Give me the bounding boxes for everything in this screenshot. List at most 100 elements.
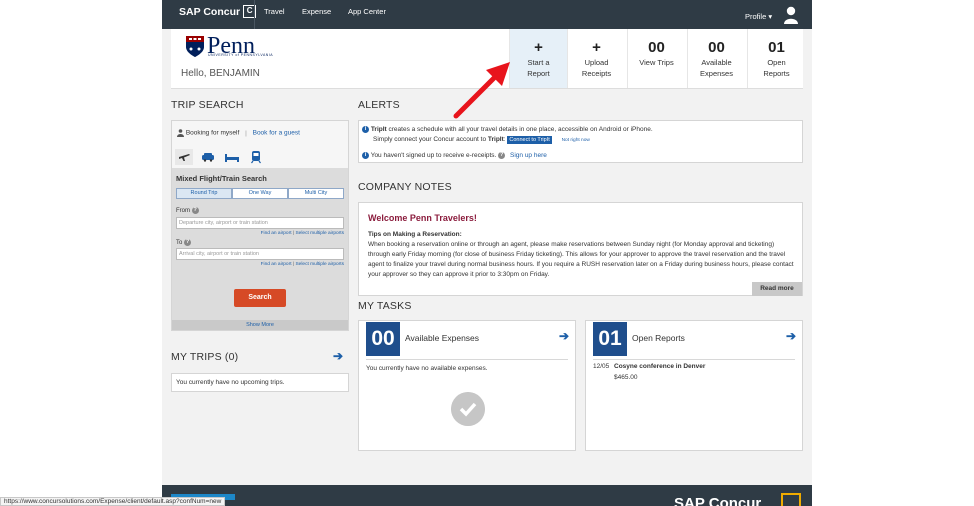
red-arrow-icon: [453, 62, 510, 119]
upload-receipts-tile[interactable]: + Upload Receipts: [567, 29, 625, 88]
booking-row: Booking for myself | Book for a guest: [177, 129, 300, 137]
tile-value: 00: [648, 39, 665, 56]
no-expenses-message: You currently have no available expenses…: [366, 365, 488, 372]
select-multiple-airports-link[interactable]: Select multiple airports: [295, 231, 344, 236]
car-icon[interactable]: [199, 149, 217, 165]
tile-label: Reports: [763, 69, 790, 78]
brand-text: SAP Concur: [179, 5, 241, 18]
open-reports-card[interactable]: 01 Open Reports ➔ 12/05 Cosyne conferenc…: [585, 320, 803, 451]
tripit-name: TripIt: [370, 126, 387, 133]
footer-concur-icon: [781, 493, 801, 506]
profile-menu[interactable]: Profile ▾: [745, 12, 772, 21]
nav-expense[interactable]: Expense: [302, 7, 331, 16]
train-icon[interactable]: [247, 149, 265, 165]
flight-train-icon[interactable]: [175, 149, 193, 165]
trip-search-panel: Booking for myself | Book for a guest Mi…: [171, 120, 349, 331]
round-trip-option[interactable]: Round Trip: [176, 188, 232, 199]
checkmark-icon: [451, 392, 485, 426]
sap-concur-logo[interactable]: SAP Concur C: [179, 5, 257, 18]
from-label-text: From: [176, 208, 190, 215]
select-multiple-airports-link[interactable]: Select multiple airports: [295, 262, 344, 267]
trip-type-selector: Round Trip One Way Multi City: [176, 188, 344, 199]
reports-count: 01: [593, 322, 627, 356]
view-trips-tile[interactable]: 00 View Trips: [627, 29, 685, 88]
page: SAP Concur C Travel Expense App Center P…: [0, 0, 974, 506]
booking-for-myself: Booking for myself: [185, 129, 240, 137]
one-way-option[interactable]: One Way: [232, 188, 288, 199]
hotel-icon[interactable]: [223, 149, 241, 165]
my-trips-arrow-icon[interactable]: ➔: [333, 349, 343, 363]
departure-input[interactable]: Departure city, airport or train station: [176, 217, 344, 229]
tile-label: Upload: [584, 58, 609, 67]
trip-search-title: TRIP SEARCH: [171, 99, 244, 111]
book-for-guest-link[interactable]: Book for a guest: [253, 130, 300, 137]
from-label: From ?: [176, 207, 199, 214]
tile-label: Start a: [527, 58, 550, 67]
ereceipts-text: You haven't signed up to receive e-recei…: [370, 152, 497, 160]
search-button[interactable]: Search: [234, 289, 286, 307]
company-notes-title: COMPANY NOTES: [358, 181, 452, 193]
expenses-card-title: Available Expenses: [405, 333, 480, 343]
notes-body: When booking a reservation online or thr…: [368, 241, 794, 278]
ereceipts-alert: i You haven't signed up to receive e-rec…: [362, 152, 547, 159]
notes-heading: Welcome Penn Travelers!: [368, 213, 477, 223]
top-nav: SAP Concur C Travel Expense App Center P…: [162, 0, 812, 29]
report-date: 12/05: [593, 363, 610, 370]
booking-separator: |: [245, 129, 247, 137]
tile-label: View Trips: [639, 58, 674, 67]
greeting: Hello, BENJAMIN: [181, 68, 260, 79]
nav-divider: [254, 0, 255, 29]
report-amount: $465.00: [614, 374, 638, 381]
info-icon: i: [362, 152, 369, 159]
find-airport-link[interactable]: Find an airport: [261, 231, 292, 236]
help-icon[interactable]: ?: [184, 239, 192, 246]
sign-up-link[interactable]: Sign up here: [510, 152, 547, 159]
help-icon[interactable]: ?: [498, 152, 506, 159]
flight-search-form: Mixed Flight/Train Search Round Trip One…: [172, 168, 348, 321]
tripit-text: creates a schedule with all your travel …: [386, 126, 653, 133]
tile-label: Receipts: [581, 69, 612, 78]
alerts-panel: i TripIt creates a schedule with all you…: [358, 120, 803, 163]
nav-travel[interactable]: Travel: [264, 7, 285, 16]
tile-value: +: [534, 39, 543, 56]
multi-city-option[interactable]: Multi City: [288, 188, 344, 199]
start-report-tile[interactable]: + Start a Report: [509, 29, 567, 88]
tile-label: Report: [527, 69, 550, 78]
open-reports-tile[interactable]: 01 Open Reports: [747, 29, 805, 88]
footer: SAP Concur: [162, 485, 812, 506]
status-bar-url: https://www.concursolutions.com/Expense/…: [0, 497, 226, 506]
company-notes-panel: Welcome Penn Travelers! Tips on Making a…: [358, 202, 803, 296]
tripit-name-2: TripIt: [487, 136, 504, 143]
arrival-input[interactable]: Arrival city, airport or train station: [176, 248, 344, 260]
available-expenses-card[interactable]: 00 Available Expenses ➔ You currently ha…: [358, 320, 576, 451]
tripit-line2: Simply connect your Concur account to: [373, 136, 488, 143]
divider: [366, 359, 568, 360]
show-more-link[interactable]: Show More: [172, 320, 348, 330]
expenses-arrow-icon[interactable]: ➔: [559, 329, 569, 343]
notes-subheading: Tips on Making a Reservation:: [368, 231, 462, 238]
travel-mode-tabs: [172, 146, 348, 168]
available-expenses-tile[interactable]: 00 Available Expenses: [687, 29, 745, 88]
my-trips-title: MY TRIPS (0): [171, 351, 239, 363]
find-airport-link[interactable]: Find an airport: [261, 262, 292, 267]
tile-value: 00: [708, 39, 725, 56]
penn-subtitle: UNIVERSITY of PENNSYLVANIA: [208, 53, 274, 57]
help-icon[interactable]: ?: [191, 207, 199, 214]
alerts-title: ALERTS: [358, 99, 400, 111]
nav-app-center[interactable]: App Center: [348, 7, 386, 16]
search-form-title: Mixed Flight/Train Search: [176, 174, 267, 183]
report-name-link[interactable]: Cosyne conference in Denver: [614, 363, 705, 370]
to-links: Find an airport | Select multiple airpor…: [260, 262, 344, 267]
reports-arrow-icon[interactable]: ➔: [786, 329, 796, 343]
expenses-count: 00: [366, 322, 400, 356]
reports-card-title: Open Reports: [632, 333, 685, 343]
footer-brand: SAP Concur: [674, 495, 762, 506]
not-now-link[interactable]: Not right now: [562, 138, 590, 143]
user-avatar-icon[interactable]: [783, 6, 799, 24]
read-more-button[interactable]: Read more: [752, 282, 802, 296]
connect-tripit-button[interactable]: Connect to TripIt: [507, 136, 552, 144]
tripit-alert: i TripIt creates a schedule with all you…: [362, 125, 653, 146]
no-trips-message: You currently have no upcoming trips.: [176, 379, 285, 386]
tile-value: +: [592, 39, 601, 56]
person-icon: [177, 129, 184, 137]
